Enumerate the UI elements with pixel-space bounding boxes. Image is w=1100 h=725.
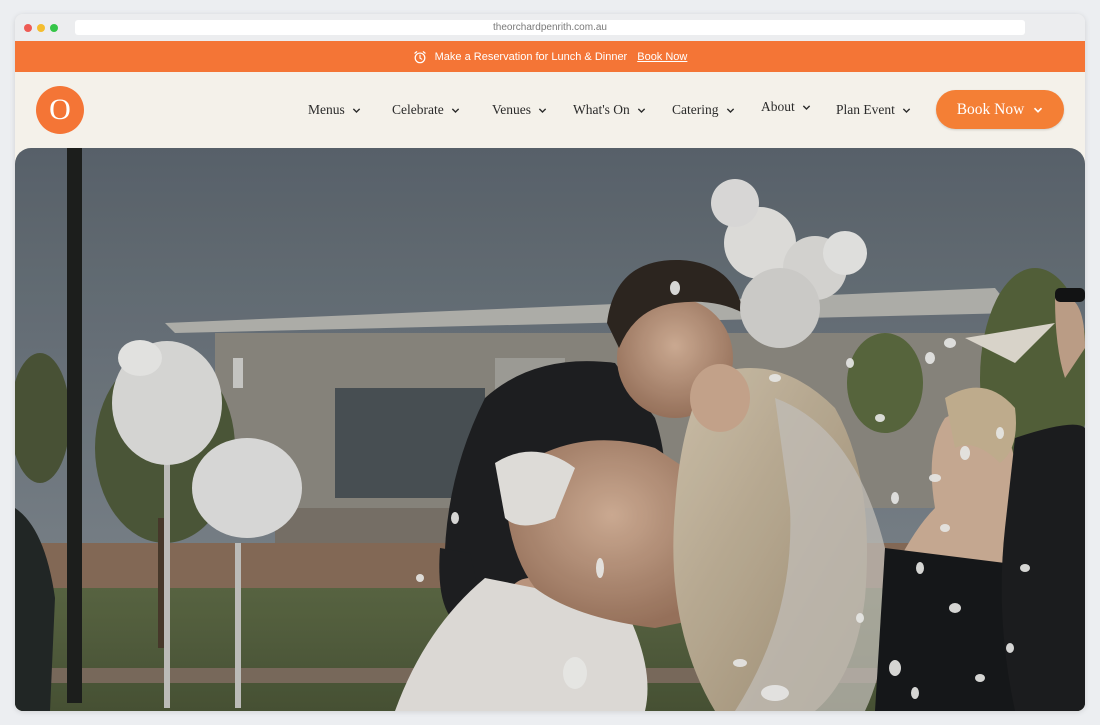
window-controls (24, 24, 58, 32)
nav-item-label: What's On (573, 102, 630, 117)
nav-item-label: Catering (672, 102, 719, 117)
chevron-down-icon (1034, 107, 1043, 113)
chevron-down-icon (802, 104, 810, 110)
nav-item-whats-on[interactable]: What's On (573, 102, 646, 118)
wedding-kiss-photo (15, 148, 1085, 711)
nav-item-celebrate[interactable]: Celebrate (392, 102, 460, 118)
site-logo[interactable]: O (36, 86, 84, 134)
nav-item-catering[interactable]: Catering (672, 102, 735, 118)
alarm-clock-icon (413, 50, 426, 63)
promo-text: Make a Reservation for Lunch & Dinner (434, 50, 628, 63)
address-bar[interactable]: theorchardpenrith.com.au (75, 20, 1025, 35)
promo-banner: Make a Reservation for Lunch & Dinner Bo… (15, 41, 1085, 72)
book-now-button[interactable]: Book Now (936, 90, 1064, 129)
chevron-down-icon (726, 107, 734, 113)
nav-item-venues[interactable]: Venues (492, 102, 547, 118)
browser-chrome: theorchardpenrith.com.au (15, 14, 1085, 41)
chevron-down-icon (637, 107, 645, 113)
nav-item-label: Venues (492, 102, 531, 117)
nav-item-label: Plan Event (836, 102, 895, 117)
nav-item-label: Menus (308, 102, 345, 117)
nav-item-plan-event[interactable]: Plan Event (836, 102, 911, 118)
chevron-down-icon (352, 107, 360, 113)
hero-image (15, 148, 1085, 711)
chevron-down-icon (451, 107, 459, 113)
close-window-button[interactable] (24, 24, 32, 32)
nav-item-menus[interactable]: Menus (308, 102, 361, 118)
maximize-window-button[interactable] (50, 24, 58, 32)
nav-item-about[interactable]: About (761, 99, 811, 115)
browser-window: theorchardpenrith.com.au Make a Reservat… (15, 14, 1085, 711)
nav-item-label: About (761, 99, 795, 114)
chevron-down-icon (902, 107, 911, 113)
nav-item-label: Celebrate (392, 102, 444, 117)
minimize-window-button[interactable] (37, 24, 45, 32)
book-now-label: Book Now (956, 100, 1025, 118)
main-navigation: O Menus Celebrate Venues What's On Cater… (15, 72, 1085, 148)
chevron-down-icon (538, 107, 547, 113)
promo-book-link[interactable]: Book Now (637, 51, 687, 63)
